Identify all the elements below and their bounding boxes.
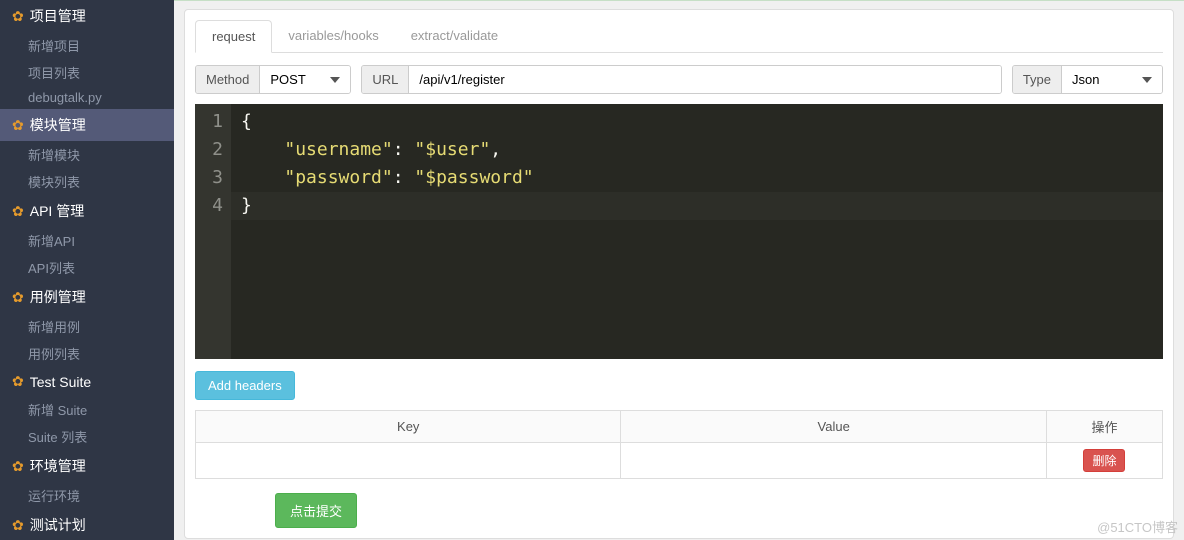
gear-icon: ✿ (12, 203, 24, 220)
nav-group-header[interactable]: ✿ 用例管理 (0, 281, 174, 313)
header-value-cell[interactable] (621, 443, 1046, 479)
url-label: URL (362, 66, 409, 93)
type-select[interactable]: Json (1062, 66, 1162, 93)
request-config-row: Method POST URL Type Json (195, 65, 1163, 94)
submit-button[interactable]: 点击提交 (275, 493, 357, 528)
gear-icon: ✿ (12, 289, 24, 306)
code-gutter: 1234 (195, 104, 231, 359)
nav-group-label: 环境管理 (30, 456, 86, 476)
url-input[interactable] (409, 66, 1000, 93)
nav-item[interactable]: 项目列表 (0, 59, 174, 86)
nav-item[interactable]: Suite 列表 (0, 423, 174, 450)
tabs: request variables/hooks extract/validate (195, 20, 1163, 53)
nav-group-label: API 管理 (30, 201, 84, 221)
col-action: 操作 (1046, 411, 1162, 443)
nav-item[interactable]: API列表 (0, 254, 174, 281)
tab-variables-hooks[interactable]: variables/hooks (272, 20, 394, 52)
panel: request variables/hooks extract/validate… (184, 9, 1174, 539)
nav-item[interactable]: 用例列表 (0, 340, 174, 367)
gear-icon: ✿ (12, 117, 24, 134)
nav-group-label: 测试计划 (30, 515, 86, 535)
method-group: Method POST (195, 65, 351, 94)
active-line-highlight (231, 192, 1163, 220)
gear-icon: ✿ (12, 8, 24, 25)
nav-item[interactable]: debugtalk.py (0, 86, 174, 109)
nav-group-header[interactable]: ✿ 测试计划 (0, 509, 174, 540)
watermark: @51CTO博客 (1097, 517, 1178, 536)
nav-item[interactable]: 新增API (0, 227, 174, 254)
url-group: URL (361, 65, 1001, 94)
gear-icon: ✿ (12, 373, 24, 390)
gear-icon: ✿ (12, 458, 24, 475)
col-value: Value (621, 411, 1046, 443)
nav-group-header[interactable]: ✿ 环境管理 (0, 450, 174, 482)
nav-group-label: Test Suite (30, 374, 91, 390)
nav-group-header[interactable]: ✿ 项目管理 (0, 0, 174, 32)
nav-item[interactable]: 模块列表 (0, 168, 174, 195)
method-select[interactable]: POST (260, 66, 350, 93)
type-group: Type Json (1012, 65, 1163, 94)
type-label: Type (1013, 66, 1062, 93)
json-body-editor[interactable]: 1234 { "username": "$user", "password": … (195, 104, 1163, 359)
nav-item[interactable]: 新增 Suite (0, 396, 174, 423)
nav-item[interactable]: 运行环境 (0, 482, 174, 509)
tab-extract-validate[interactable]: extract/validate (395, 20, 514, 52)
col-key: Key (196, 411, 621, 443)
top-accent-bar (174, 0, 1184, 1)
gear-icon: ✿ (12, 517, 24, 534)
header-key-cell[interactable] (196, 443, 621, 479)
add-headers-button[interactable]: Add headers (195, 371, 295, 400)
code-lines[interactable]: { "username": "$user", "password": "$pas… (231, 104, 1163, 359)
submit-row: 点击提交 (195, 493, 1163, 528)
nav-item[interactable]: 新增模块 (0, 141, 174, 168)
delete-row-button[interactable]: 删除 (1083, 449, 1125, 472)
nav-group-header[interactable]: ✿ Test Suite (0, 367, 174, 396)
nav-group-label: 项目管理 (30, 6, 86, 26)
headers-table: Key Value 操作 删除 (195, 410, 1163, 479)
nav-item[interactable]: 新增项目 (0, 32, 174, 59)
main: request variables/hooks extract/validate… (174, 0, 1184, 540)
nav-group-label: 模块管理 (30, 115, 86, 135)
nav-group-header[interactable]: ✿ API 管理 (0, 195, 174, 227)
nav-group-label: 用例管理 (30, 287, 86, 307)
table-row: 删除 (196, 443, 1163, 479)
sidebar: ✿ 项目管理新增项目项目列表debugtalk.py ✿ 模块管理新增模块模块列表 ✿ A… (0, 0, 174, 540)
method-label: Method (196, 66, 260, 93)
nav-group-header[interactable]: ✿ 模块管理 (0, 109, 174, 141)
tab-request[interactable]: request (195, 20, 272, 53)
nav-item[interactable]: 新增用例 (0, 313, 174, 340)
table-header-row: Key Value 操作 (196, 411, 1163, 443)
